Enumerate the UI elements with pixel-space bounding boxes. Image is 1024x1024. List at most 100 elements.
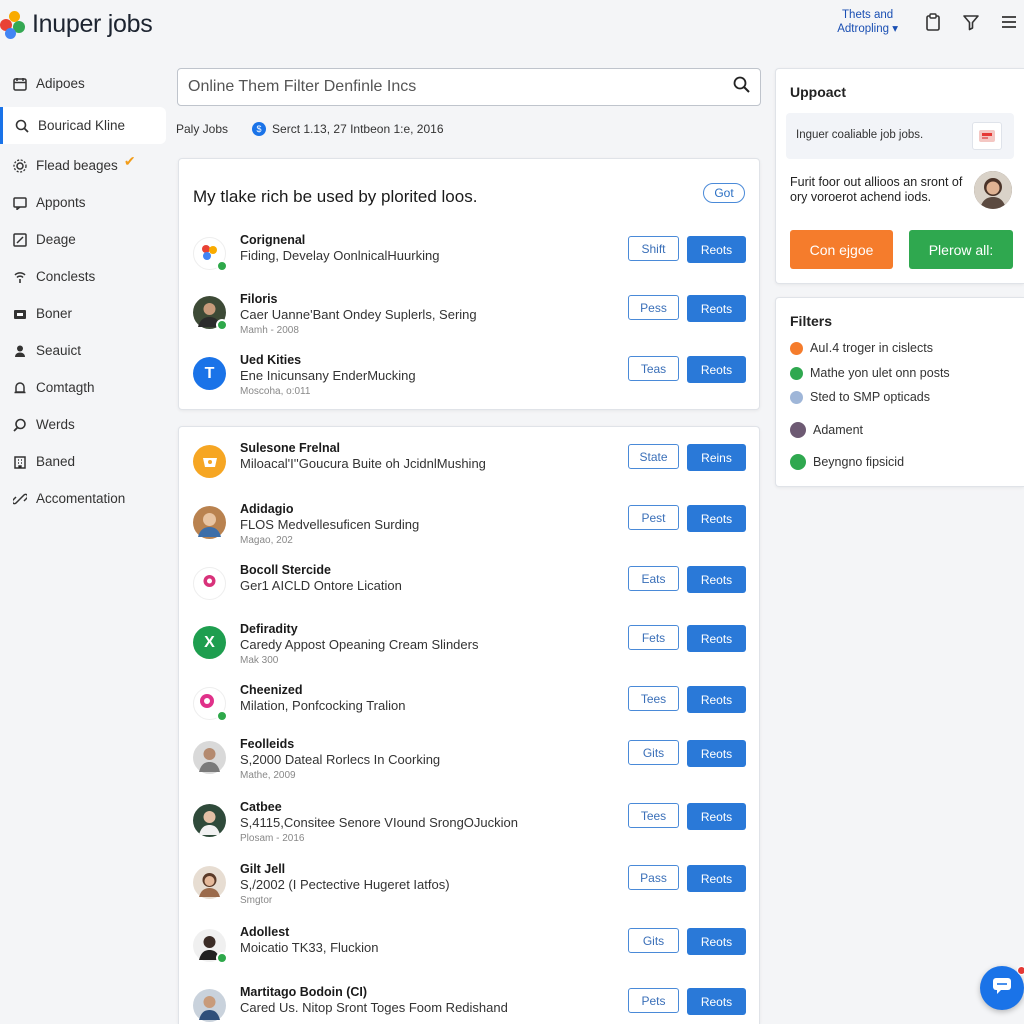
- job-row[interactable]: Adidagio FLOS Medvellesuficen Surding Ma…: [193, 502, 747, 552]
- job-title: Milation, Ponfcocking Tralion: [240, 698, 406, 713]
- job-title: Miloacal'I''Goucura Buite oh JcidnlMushi…: [240, 456, 486, 471]
- company-logo-icon: T: [193, 357, 226, 390]
- job-row[interactable]: Martitago Bodoin (CI) Cared Us. Nitop Sr…: [193, 985, 747, 1024]
- promo-title: Uppoact: [790, 84, 846, 100]
- job-title: FLOS Medvellesuficen Surding: [240, 517, 420, 532]
- sidebar-item-baned[interactable]: Baned: [0, 443, 166, 480]
- job-row[interactable]: Adollest Moicatio TK33, Fluckion Gits Re…: [193, 925, 747, 975]
- sidebar-item-accomentation[interactable]: Accomentation: [0, 480, 166, 517]
- pest-button[interactable]: Pest: [628, 505, 679, 530]
- filter-label: AuI.4 troger in cislects: [810, 341, 933, 355]
- bell-icon: [12, 380, 28, 396]
- chat-button[interactable]: [980, 966, 1024, 1010]
- job-meta: Mamh - 2008: [240, 325, 299, 336]
- job-company: Adollest: [240, 925, 290, 939]
- top-header: Inuper jobs Thets and Adtropling ▾: [0, 0, 1024, 56]
- reots-button[interactable]: Reots: [687, 356, 746, 383]
- gits-button[interactable]: Gits: [628, 740, 679, 765]
- job-row[interactable]: Catbee S,4115,Consitee Senore VIound Sro…: [193, 800, 747, 850]
- job-company: Bocoll Stercide: [240, 563, 331, 577]
- tees-button[interactable]: Tees: [628, 803, 679, 828]
- reots-button[interactable]: Reots: [687, 686, 746, 713]
- sidebar-item-apponts[interactable]: Apponts: [0, 184, 166, 221]
- sidebar-item-adipoes[interactable]: Adipoes: [0, 65, 166, 102]
- job-row[interactable]: Bocoll Stercide Ger1 AICLD Ontore Licati…: [193, 563, 747, 613]
- filters-panel: Filters AuI.4 troger in cislects Mathe y…: [775, 297, 1024, 487]
- reots-button[interactable]: Reots: [687, 236, 746, 263]
- filter-label: Adament: [813, 423, 864, 437]
- search-input[interactable]: [188, 78, 733, 96]
- sidebar-item-seauict[interactable]: Seauict: [0, 332, 166, 369]
- eats-button[interactable]: Eats: [628, 566, 679, 591]
- sidebar-item-werds[interactable]: Werds: [0, 406, 166, 443]
- con-ejgoe-button[interactable]: Con ejgoe: [790, 230, 893, 269]
- job-row[interactable]: Cheenized Milation, Ponfcocking Tralion …: [193, 683, 747, 733]
- reots-button[interactable]: Reots: [687, 505, 746, 532]
- reots-button[interactable]: Reots: [687, 928, 746, 955]
- reots-button[interactable]: Reots: [687, 566, 746, 593]
- sidebar-item-deage[interactable]: Deage: [0, 221, 166, 258]
- gits-button[interactable]: Gits: [628, 928, 679, 953]
- state-button[interactable]: State: [628, 444, 679, 469]
- job-row[interactable]: T Ued Kities Ene Inicunsany EnderMucking…: [193, 353, 747, 403]
- subbar-jobs-label[interactable]: Paly Jobs: [176, 122, 228, 136]
- theme-dropdown[interactable]: Thets and Adtropling ▾: [837, 8, 898, 36]
- filter-dot-icon: [790, 454, 806, 470]
- sidebar-item-label: Conclests: [36, 269, 96, 284]
- sidebar-item-label: Adipoes: [36, 76, 85, 91]
- sidebar-item-flead-beages[interactable]: Flead beages ✔: [0, 147, 166, 184]
- filter-icon[interactable]: [960, 11, 982, 33]
- reins-button[interactable]: Reins: [687, 444, 746, 471]
- filter-item[interactable]: Mathe yon ulet onn posts: [790, 366, 950, 380]
- reots-button[interactable]: Reots: [687, 295, 746, 322]
- pass-button[interactable]: Pass: [628, 865, 679, 890]
- avatar: [193, 804, 226, 837]
- app-logo[interactable]: Inuper jobs: [0, 10, 153, 39]
- fets-button[interactable]: Fets: [628, 625, 679, 650]
- currency-icon: $: [252, 122, 267, 136]
- job-row[interactable]: Filoris Caer Uanne'Bant Ondey Suplerls, …: [193, 292, 747, 342]
- filter-item[interactable]: Adament: [790, 422, 863, 438]
- person-icon: [12, 343, 28, 359]
- reots-button[interactable]: Reots: [687, 625, 746, 652]
- filter-item[interactable]: AuI.4 troger in cislects: [790, 341, 933, 355]
- filter-item[interactable]: Sted to SMP opticads: [790, 390, 930, 404]
- reots-button[interactable]: Reots: [687, 988, 746, 1015]
- job-row[interactable]: Sulesone Frelnal Miloacal'I''Goucura Bui…: [193, 441, 747, 491]
- sidebar-item-comtagth[interactable]: Comtagth: [0, 369, 166, 406]
- got-button[interactable]: Got: [703, 183, 745, 203]
- message-icon: [12, 195, 28, 211]
- search-icon: [14, 118, 30, 134]
- promo-text: Furit foor out allioos an sront of ory v…: [790, 175, 963, 204]
- job-title: S,2000 Dateal Rorlecs In Coorking: [240, 752, 441, 767]
- filter-label: Mathe yon ulet onn posts: [810, 366, 950, 380]
- tees-button[interactable]: Tees: [628, 686, 679, 711]
- company-logo-icon: [193, 445, 226, 478]
- plerow-all-button[interactable]: Plerow all:: [909, 230, 1013, 269]
- teas-button[interactable]: Teas: [628, 356, 679, 381]
- sidebar-item-conclests[interactable]: Conclests: [0, 258, 166, 295]
- avatar: [193, 296, 228, 331]
- job-row[interactable]: Corignenal Fiding, Develay OonlnicalHuur…: [193, 233, 747, 283]
- pess-button[interactable]: Pess: [628, 295, 679, 320]
- job-title: Cared Us. Nitop Sront Toges Foom Redisha…: [240, 1000, 508, 1015]
- sidebar: Adipoes Bouricad Kline Flead beages ✔ Ap…: [0, 65, 166, 517]
- notice-thumbnail-icon: [972, 122, 1002, 150]
- sidebar-item-label: Accomentation: [36, 491, 126, 506]
- shift-button[interactable]: Shift: [628, 236, 679, 261]
- sidebar-item-boner[interactable]: Boner: [0, 295, 166, 332]
- company-logo-icon: [193, 567, 226, 600]
- notice-box[interactable]: Inguer coaliable job jobs.: [786, 113, 1014, 159]
- menu-icon[interactable]: [998, 11, 1020, 33]
- reots-button[interactable]: Reots: [687, 865, 746, 892]
- sidebar-item-bouricad-kline[interactable]: Bouricad Kline: [0, 107, 166, 144]
- reots-button[interactable]: Reots: [687, 803, 746, 830]
- search-icon[interactable]: [733, 76, 750, 98]
- reots-button[interactable]: Reots: [687, 740, 746, 767]
- filter-item[interactable]: Beyngno fipsicid: [790, 454, 904, 470]
- pets-button[interactable]: Pets: [628, 988, 679, 1013]
- job-row[interactable]: X Defiradity Caredy Appost Opeaning Crea…: [193, 622, 747, 672]
- job-row[interactable]: Feolleids S,2000 Dateal Rorlecs In Coork…: [193, 737, 747, 787]
- job-row[interactable]: Gilt Jell S,/2002 (I Pectective Hugeret …: [193, 862, 747, 912]
- clipboard-icon[interactable]: [922, 11, 944, 33]
